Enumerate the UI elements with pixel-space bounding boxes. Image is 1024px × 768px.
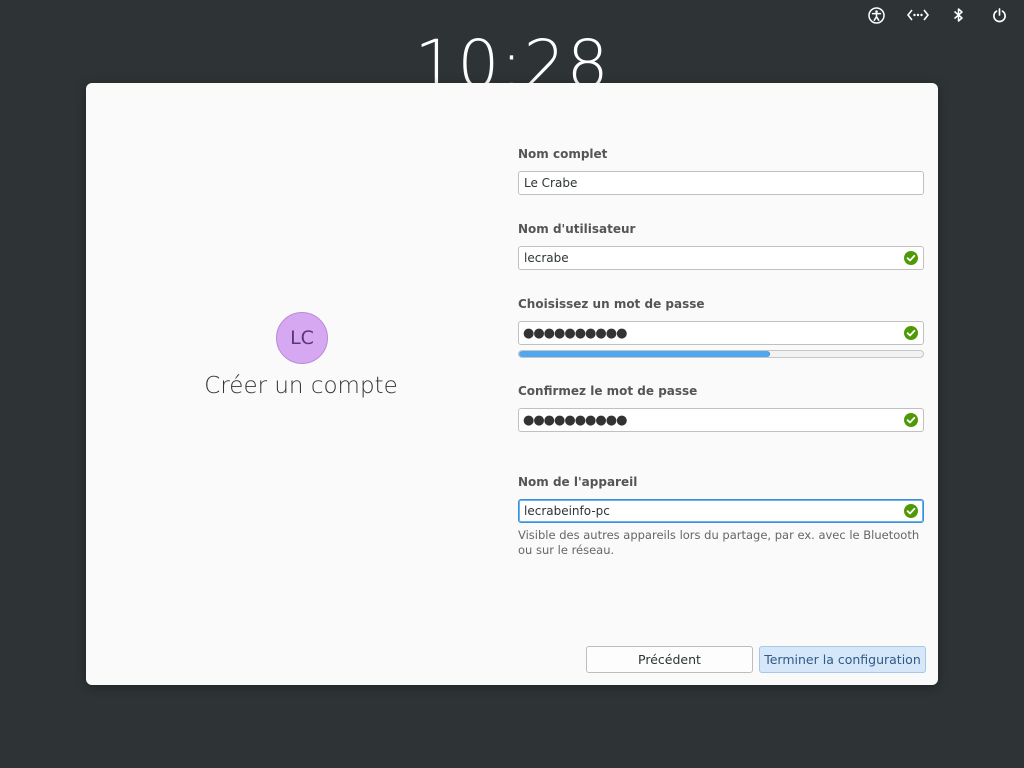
account-setup-dialog: LC Créer un compte Nom complet Le Crabe … bbox=[86, 83, 938, 685]
username-field[interactable]: lecrabe bbox=[518, 246, 924, 270]
page-title: Créer un compte bbox=[204, 373, 398, 399]
username-value: lecrabe bbox=[524, 251, 569, 265]
device-name-label: Nom de l'appareil bbox=[518, 475, 638, 489]
full-name-value: Le Crabe bbox=[524, 176, 578, 190]
confirm-password-label: Confirmez le mot de passe bbox=[518, 384, 698, 398]
valid-check-icon bbox=[904, 326, 918, 340]
full-name-field[interactable]: Le Crabe bbox=[518, 171, 924, 195]
device-name-field[interactable]: lecrabeinfo-pc bbox=[518, 499, 924, 523]
finish-setup-button[interactable]: Terminer la configuration bbox=[759, 646, 926, 673]
password-strength-fill bbox=[519, 351, 771, 357]
confirm-password-value: ●●●●●●●●●● bbox=[523, 412, 627, 428]
username-label: Nom d'utilisateur bbox=[518, 222, 636, 236]
device-name-hint: Visible des autres appareils lors du par… bbox=[518, 528, 920, 557]
confirm-password-field[interactable]: ●●●●●●●●●● bbox=[518, 408, 924, 432]
device-name-value: lecrabeinfo-pc bbox=[524, 504, 610, 518]
valid-check-icon bbox=[904, 504, 918, 518]
password-label: Choisissez un mot de passe bbox=[518, 297, 705, 311]
valid-check-icon bbox=[904, 251, 918, 265]
password-value: ●●●●●●●●●● bbox=[523, 325, 627, 341]
password-field[interactable]: ●●●●●●●●●● bbox=[518, 321, 924, 345]
previous-button[interactable]: Précédent bbox=[586, 646, 753, 673]
valid-check-icon bbox=[904, 413, 918, 427]
password-strength-bar bbox=[518, 350, 924, 358]
avatar[interactable]: LC bbox=[276, 312, 328, 364]
account-summary-panel: LC Créer un compte bbox=[86, 83, 516, 685]
full-name-label: Nom complet bbox=[518, 147, 608, 161]
